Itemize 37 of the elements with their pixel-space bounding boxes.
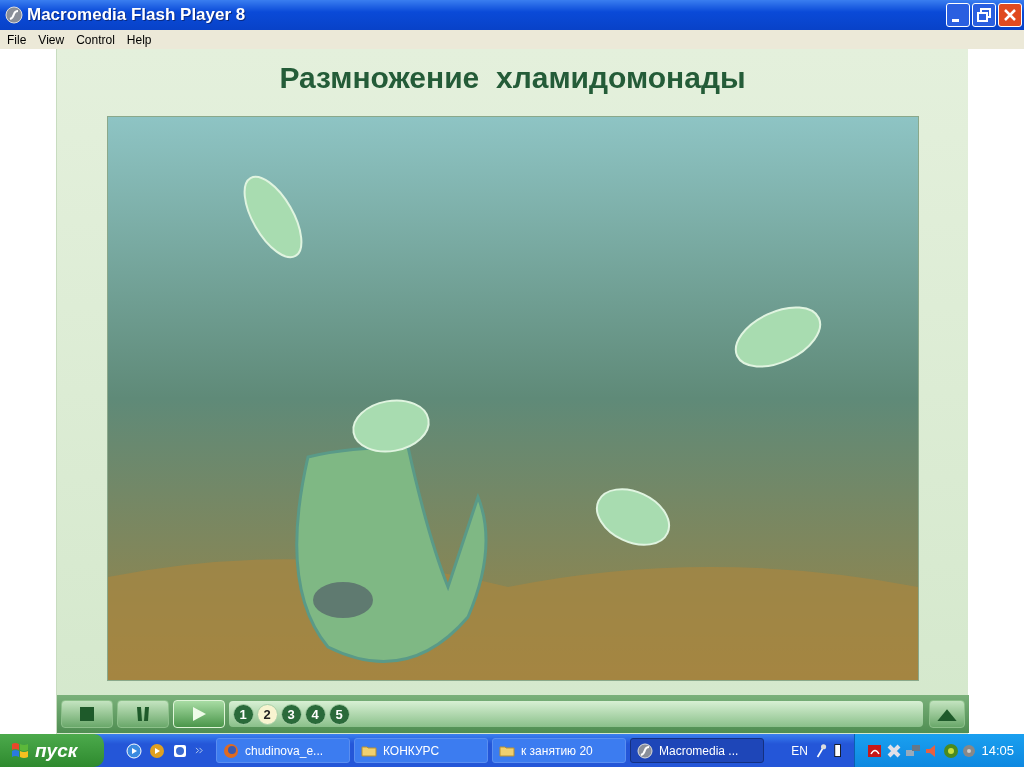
play-button[interactable] [172, 700, 225, 728]
restore-button[interactable] [972, 3, 996, 27]
menu-item[interactable]: Help [120, 32, 158, 47]
browser-icon[interactable] [172, 742, 188, 759]
start-button[interactable]: пуск [0, 734, 104, 767]
page-button[interactable]: 3 [280, 703, 302, 725]
restore-icon [974, 5, 994, 25]
up-button[interactable] [928, 700, 965, 728]
taskbar-button[interactable]: КОНКУРС [354, 738, 488, 763]
player-icon[interactable] [149, 742, 165, 759]
menu-item[interactable]: File [1, 32, 33, 47]
taskbar-button[interactable]: chudinova_e... [216, 738, 350, 763]
close-button[interactable] [998, 3, 1022, 27]
pause-button[interactable] [116, 700, 169, 728]
microphone-icon[interactable] [815, 742, 827, 759]
minimize-icon [951, 18, 959, 22]
minimize-button[interactable] [946, 3, 970, 27]
flash-icon [5, 6, 23, 24]
window-title: Macromedia Flash Player 8 [27, 5, 247, 25]
taskbar-button[interactable]: Macromedia ... [630, 738, 764, 763]
page-button[interactable]: 5 [328, 703, 350, 725]
windows-logo-icon [10, 740, 30, 761]
clock: 14:05 [981, 743, 1014, 758]
menu-item[interactable]: Control [70, 32, 121, 47]
chevron-icon[interactable] [195, 747, 204, 754]
page-button[interactable]: 1 [232, 703, 254, 725]
pen-tablet-icon[interactable] [834, 742, 842, 759]
flash-icon [637, 742, 653, 759]
language-indicator[interactable]: EN [791, 743, 808, 758]
taskbar-button[interactable]: к занятию 20 [492, 738, 626, 763]
slide-title: Размножение хламидомонады [279, 61, 746, 96]
page-button[interactable]: 2 [256, 703, 278, 725]
shield-icon[interactable] [943, 742, 959, 759]
page-button[interactable]: 4 [304, 703, 326, 725]
stop-button[interactable] [60, 700, 113, 728]
menu-item[interactable]: View [32, 32, 71, 47]
media-player-icon[interactable] [126, 742, 142, 759]
